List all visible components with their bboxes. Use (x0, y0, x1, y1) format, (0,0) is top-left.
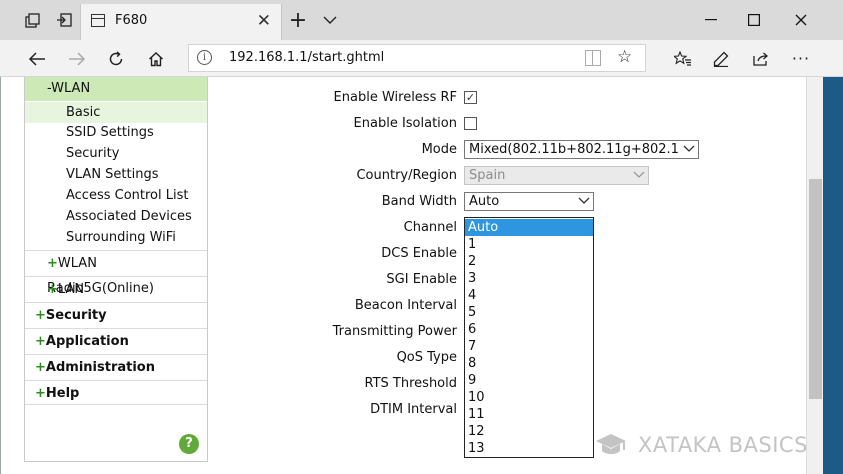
menu-security[interactable]: +Security (25, 302, 207, 327)
share-icon[interactable] (746, 40, 776, 77)
chevron-down-icon (680, 141, 698, 158)
url-text[interactable]: 192.168.1.1/start.ghtml (229, 50, 384, 65)
label-enable-wireless-rf: Enable Wireless RF (333, 90, 457, 105)
address-bar[interactable]: i 192.168.1.1/start.ghtml ☆ (188, 44, 646, 72)
maximize-icon[interactable] (731, 0, 777, 40)
tabs-aside-icon[interactable] (18, 0, 46, 40)
expand-plus-icon: + (47, 282, 58, 297)
band-width-select[interactable]: Auto (464, 192, 594, 211)
site-info-icon[interactable]: i (197, 50, 212, 65)
menu-item-basic[interactable]: Basic (25, 102, 207, 123)
channel-option-8[interactable]: 8 (465, 355, 593, 372)
menu-help[interactable]: +Help (25, 380, 207, 405)
desktop-background (823, 77, 843, 474)
menu-item-ssid-settings[interactable]: SSID Settings (66, 125, 154, 140)
menu-wlan-radio-5g[interactable]: +WLAN Radio5G(Online) (25, 250, 207, 296)
mode-select[interactable]: Mixed(802.11b+802.11g+802.11n (464, 140, 699, 159)
label-sgi-enable: SGI Enable (386, 272, 457, 287)
favorite-star-icon[interactable]: ☆ (617, 47, 632, 67)
menu-application[interactable]: +Application (25, 328, 207, 353)
back-arrow-icon[interactable] (22, 40, 52, 77)
tab-bar: F680 ✕ + (0, 0, 843, 40)
favorites-list-icon[interactable] (668, 40, 698, 77)
home-icon[interactable] (141, 40, 171, 77)
channel-option-10[interactable]: 10 (465, 389, 593, 406)
navigation-bar: i 192.168.1.1/start.ghtml ☆ ··· (0, 40, 843, 77)
menu-item-security[interactable]: Security (66, 146, 119, 161)
minimize-icon[interactable] (688, 0, 734, 40)
chevron-down-icon (575, 193, 593, 210)
menu-row-label: Security (45, 308, 107, 323)
channel-option-1[interactable]: 1 (465, 236, 593, 253)
tab-title: F680 (115, 13, 148, 28)
menu-row-label: Administration (45, 360, 155, 375)
watermark-text: XATAKA BASICS (638, 433, 808, 457)
channel-option-12[interactable]: 12 (465, 423, 593, 440)
channel-option-4[interactable]: 4 (465, 287, 593, 304)
new-tab-icon[interactable]: + (284, 0, 312, 40)
menu-item-surrounding-wifi[interactable]: Surrounding WiFi (66, 230, 176, 245)
channel-option-5[interactable]: 5 (465, 304, 593, 321)
watermark: XATAKA BASICS (594, 429, 808, 461)
forward-arrow-icon[interactable] (62, 40, 92, 77)
channel-option-13[interactable]: 13 (465, 440, 593, 457)
menu-item-access-control-list[interactable]: Access Control List (66, 188, 188, 203)
active-tab[interactable]: F680 ✕ (80, 4, 282, 40)
label-dtim-interval: DTIM Interval (370, 402, 457, 417)
expand-plus-icon: + (47, 256, 58, 271)
country-region-select: Spain (464, 166, 649, 185)
close-tab-icon[interactable]: ✕ (257, 11, 271, 31)
set-tabs-aside-icon[interactable] (50, 0, 78, 40)
web-note-pen-icon[interactable] (706, 40, 736, 77)
label-rts-threshold: RTS Threshold (364, 376, 457, 391)
label-country-region: Country/Region (356, 168, 457, 183)
channel-dropdown-list[interactable]: Auto 1 2 3 4 5 6 7 8 9 10 11 12 13 (464, 217, 594, 458)
label-mode: Mode (421, 142, 457, 157)
channel-option-6[interactable]: 6 (465, 321, 593, 338)
menu-wlan-radio-24g[interactable]: -WLAN Radio2.4G(Online) (25, 77, 207, 120)
label-transmitting-power: Transmitting Power (332, 324, 457, 339)
channel-option-3[interactable]: 3 (465, 270, 593, 287)
menu-row-label: Help (45, 386, 80, 401)
label-qos-type: QoS Type (396, 350, 457, 365)
enable-wireless-rf-checkbox[interactable]: ✓ (464, 91, 477, 104)
menu-item-associated-devices[interactable]: Associated Devices (66, 209, 192, 224)
menu-lan[interactable]: +LAN (25, 276, 207, 301)
channel-option-auto[interactable]: Auto (465, 219, 593, 236)
menu-row-label: Application (45, 334, 129, 349)
chevron-down-icon (630, 167, 648, 184)
label-band-width: Band Width (381, 194, 457, 209)
menu-row-label: LAN (57, 282, 85, 297)
expand-plus-icon: + (35, 334, 46, 349)
left-menu: -WLAN Radio2.4G(Online) Basic SSID Setti… (24, 77, 208, 462)
menu-administration[interactable]: +Administration (25, 354, 207, 379)
close-window-icon[interactable] (778, 0, 824, 40)
channel-option-11[interactable]: 11 (465, 406, 593, 423)
page-scrollbar[interactable] (806, 77, 823, 474)
tab-list-chevron-down-icon[interactable] (316, 0, 344, 40)
expand-plus-icon: + (35, 386, 46, 401)
label-beacon-interval: Beacon Interval (354, 298, 457, 313)
channel-option-7[interactable]: 7 (465, 338, 593, 355)
label-enable-isolation: Enable Isolation (353, 116, 457, 131)
mode-select-value: Mixed(802.11b+802.11g+802.11n (469, 142, 696, 157)
graduation-cap-icon (594, 432, 628, 458)
help-question-icon[interactable]: ? (179, 434, 199, 454)
country-region-select-value: Spain (469, 168, 506, 183)
refresh-icon[interactable] (101, 40, 131, 77)
reading-view-icon[interactable] (585, 50, 601, 66)
enable-isolation-checkbox[interactable] (464, 117, 477, 130)
channel-option-9[interactable]: 9 (465, 372, 593, 389)
page-favicon-icon (91, 14, 105, 27)
label-dcs-enable: DCS Enable (381, 246, 457, 261)
page-scrollbar-thumb[interactable] (809, 179, 822, 399)
expand-plus-icon: + (35, 308, 46, 323)
expand-plus-icon: + (35, 360, 46, 375)
label-channel: Channel (403, 220, 457, 235)
more-options-icon[interactable]: ··· (786, 40, 816, 77)
menu-item-vlan-settings[interactable]: VLAN Settings (66, 167, 159, 182)
band-width-select-value: Auto (469, 194, 500, 209)
channel-option-2[interactable]: 2 (465, 253, 593, 270)
